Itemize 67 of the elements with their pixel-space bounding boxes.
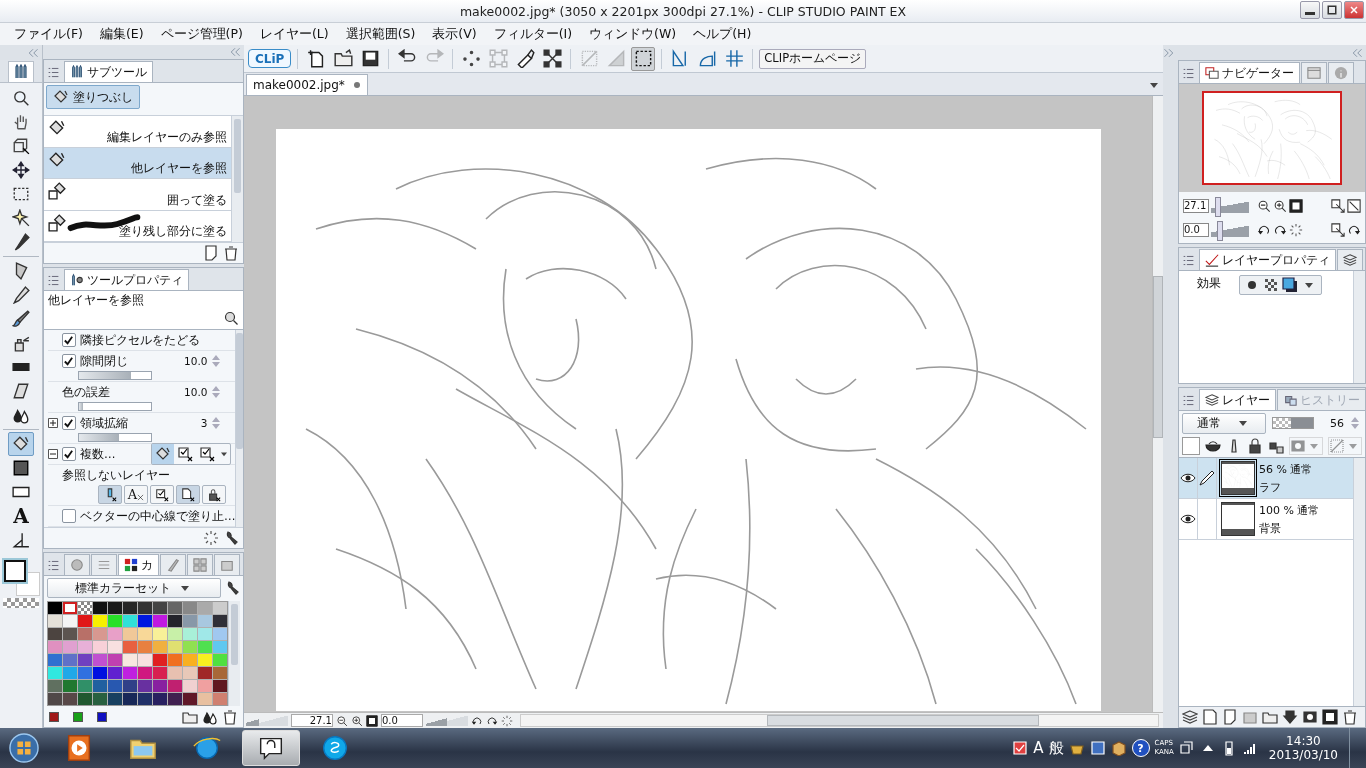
subtool-item[interactable]: 囲って塗る <box>43 179 231 211</box>
property-label: 複数… <box>79 446 116 462</box>
menu-item[interactable]: レイヤー(L) <box>251 25 337 43</box>
subtool-label: 他レイヤーを参照 <box>130 161 227 176</box>
tab-label: レイヤープロパティ <box>1222 251 1330 269</box>
tab-label: ナビゲーター <box>1222 64 1294 82</box>
subtool-item[interactable]: 塗り残し部分に塗る <box>43 210 231 242</box>
ime-mode-indicator[interactable]: A <box>1033 739 1044 757</box>
property-label: 隙間閉じ <box>79 353 128 369</box>
layer-row[interactable]: 100 % 通常 背景 <box>1179 499 1353 540</box>
property-label: 領域拡縮 <box>79 415 128 431</box>
value-field[interactable]: 10.0 <box>184 386 208 398</box>
menu-item[interactable]: 選択範囲(S) <box>337 25 424 43</box>
opacity-field[interactable]: 56 <box>1320 416 1344 430</box>
tab-label: カ <box>140 556 153 574</box>
tab-label: ヒストリー <box>1300 391 1360 409</box>
menu-item[interactable]: 編集(E) <box>91 25 152 43</box>
subtool-item[interactable]: 編集レイヤーのみ参照 <box>43 116 231 148</box>
rotation-field[interactable]: 0.0 <box>1183 223 1209 237</box>
tool-property-tab[interactable]: ツールプロパティ <box>63 269 189 290</box>
window-title: make0002.jpg* (3050 x 2201px 300dpi 27.1%) - CLIP STUDIO PAINT EX <box>459 3 907 19</box>
subtool-label: 編集レイヤーのみ参照 <box>106 129 227 145</box>
subtool-label: 囲って塗る <box>166 192 227 208</box>
menu-item[interactable]: ファイル(F) <box>6 25 91 43</box>
exclude-layer-button[interactable]: A <box>123 485 148 504</box>
subtool-item[interactable]: 他レイヤーを参照 <box>43 147 231 179</box>
property-label: ベクターの中心線で塗り止… <box>79 508 236 524</box>
menu-item[interactable]: フィルター(I) <box>485 25 581 43</box>
menu-item[interactable]: ページ管理(P) <box>152 25 251 43</box>
ime-input-indicator[interactable]: 般 <box>1048 738 1064 758</box>
menu-item[interactable]: 表示(V) <box>424 25 485 43</box>
layer-panel-tab[interactable]: レイヤー <box>1199 389 1276 410</box>
tab-label: レイヤー <box>1222 391 1270 409</box>
layer-info: 56 % 通常 <box>1259 461 1313 477</box>
help-icon[interactable]: ? <box>1131 739 1150 757</box>
home-page-button[interactable]: CLIPホームページ <box>759 48 867 69</box>
subtool-tab[interactable]: サブツール <box>63 61 153 82</box>
subtool-group-button[interactable]: 塗りつぶし <box>45 85 140 109</box>
property-label: 色の誤差 <box>61 384 110 400</box>
menu-item[interactable]: ヘルプ(H) <box>685 25 760 43</box>
layer-info: 100 % 通常 <box>1259 502 1320 518</box>
value-field[interactable]: 3 <box>200 417 208 429</box>
subtool-label: 塗り残し部分に塗る <box>118 224 227 239</box>
angle-field[interactable]: 0.0 <box>380 714 423 727</box>
tool-name: 他レイヤーを参照 <box>47 293 144 307</box>
clock-date[interactable]: 2013/03/10 <box>1268 748 1338 762</box>
layer-name: 背景 <box>1259 520 1282 536</box>
document-tab[interactable]: make0002.jpg* <box>245 74 368 95</box>
menu-item[interactable]: ウィンドウ(W) <box>581 25 685 43</box>
clock-time[interactable]: 14:30 <box>1286 734 1321 748</box>
blend-mode-dropdown[interactable]: 通常 <box>1182 412 1266 434</box>
property-label: 参照しないレイヤー <box>61 467 170 483</box>
value-field[interactable]: 10.0 <box>184 355 208 367</box>
tool-button[interactable]: A <box>7 504 34 528</box>
color-set-tab[interactable]: カ <box>117 554 159 575</box>
tab-label: サブツール <box>86 63 147 81</box>
zoom-field[interactable]: 27.1 <box>290 714 333 727</box>
navigator-tab[interactable]: ナビゲーター <box>1199 62 1300 83</box>
layer-name: ラフ <box>1259 479 1282 495</box>
color-set-dropdown[interactable]: 標準カラーセット <box>46 578 221 598</box>
layer-property-tab[interactable]: レイヤープロパティ <box>1199 249 1336 270</box>
effect-label: 効果 <box>1197 275 1221 292</box>
property-label: 隣接ピクセルをたどる <box>79 332 200 348</box>
tab-label: ツールプロパティ <box>86 271 183 289</box>
layer-row[interactable]: 56 % 通常 ラフ <box>1179 458 1353 499</box>
clip-logo-button[interactable]: CLiP <box>247 49 292 68</box>
zoom-field[interactable]: 27.1 <box>1183 199 1209 213</box>
